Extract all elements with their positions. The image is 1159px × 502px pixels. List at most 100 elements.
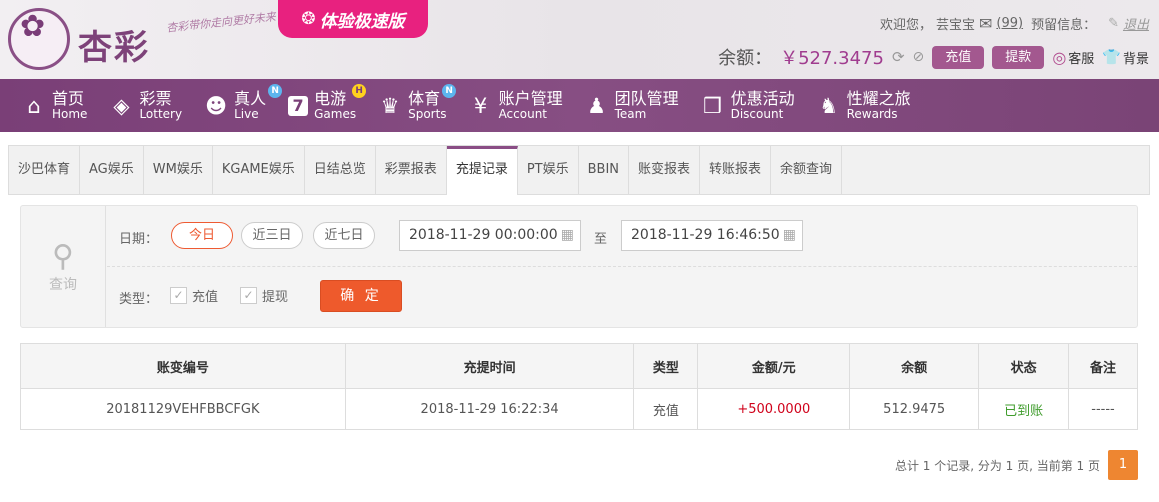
nav-label-zh: 电游 (314, 89, 347, 108)
nav-item-sports[interactable]: ♛ 体育 Sports N (378, 79, 457, 132)
main-nav: ⌂ 首页 Home ◈ 彩票 Lottery ☻ 真人 Live N 7 电游 Games H ♛ 体育 Spo… (0, 79, 1159, 132)
check-icon: ✓ (240, 287, 257, 304)
logout-link[interactable]: 退出 (1123, 14, 1149, 33)
shirt-icon: 👕 (1102, 48, 1121, 66)
nav-label-en: Team (614, 107, 647, 121)
tab-3[interactable]: KGAME娱乐 (213, 146, 305, 194)
date-label: 日期： (119, 232, 159, 247)
logo-icon: ✿ (20, 9, 46, 44)
nav-label-zh: 团队管理 (614, 89, 679, 108)
tab-2[interactable]: WM娱乐 (144, 146, 213, 194)
edit-icon[interactable]: ✎ (1108, 16, 1119, 31)
balance-label: 余额： (718, 48, 773, 69)
nav-label-en: Lottery (139, 107, 183, 121)
nav-label-zh: 首页 (52, 89, 85, 108)
last-7-days-button[interactable]: 近七日 (313, 222, 375, 249)
record-balance: 512.9475 (849, 388, 980, 430)
pagination: 总计 1 个记录, 分为 1 页, 当前第 1 页 1 (895, 450, 1138, 480)
check-icon: ✓ (170, 287, 187, 304)
col-header: 类型 (633, 343, 699, 389)
deposit-button[interactable]: 充值 (932, 45, 985, 69)
withdraw-type-label: 提现 (262, 290, 289, 305)
home-icon: ⌂ (27, 93, 41, 118)
nav-item-account[interactable]: ¥ 账户管理 Account (469, 79, 563, 132)
nav-item-home[interactable]: ⌂ 首页 Home (22, 79, 87, 132)
speed-version-label: 体验极速版 (319, 11, 405, 32)
page-button[interactable]: 1 (1108, 450, 1138, 480)
refresh-icon[interactable]: ⟳ (892, 48, 905, 66)
search-icon: ⚲ (52, 239, 74, 274)
header: ✿ 杏彩 杏彩带你走向更好未来 ❂ 体验极速版 欢迎您， 芸宝宝 ✉ (99) 预… (0, 0, 1159, 79)
nav-label-zh: 体育 (408, 89, 441, 108)
speed-icon: ❂ (301, 9, 316, 29)
mail-icon[interactable]: ✉ (979, 14, 992, 33)
query-label: 查询 (49, 277, 77, 293)
col-header: 账变编号 (20, 343, 346, 389)
deposit-type-label: 充值 (192, 290, 219, 305)
service-24h-icon: ◎ (1052, 47, 1067, 67)
nav-item-discount[interactable]: ❒ 优惠活动 Discount (701, 79, 794, 132)
filter-panel: ⚲ 查询 日期： 今日 近三日 近七日 2018-11-29 00:00:00 ▦… (20, 205, 1138, 328)
background-label: 背景 (1122, 51, 1149, 67)
deposit-checkbox[interactable]: ✓ 充值 (170, 286, 218, 305)
today-button[interactable]: 今日 (171, 222, 233, 249)
nav-label-zh: 性耀之旅 (846, 89, 911, 108)
tab-10[interactable]: 转账报表 (700, 146, 772, 194)
customer-service-link[interactable]: ◎ 客服 (1052, 48, 1094, 67)
nav-label-en: Games (314, 107, 357, 121)
nav-item-team[interactable]: ♟ 团队管理 Team (585, 79, 679, 132)
end-date-input[interactable]: 2018-11-29 16:46:50 ▦ (621, 220, 803, 251)
nav-item-games[interactable]: 7 电游 Games H (288, 79, 367, 132)
rewards-icon: ♞ (819, 93, 839, 118)
table-row: 20181129VEHFBBCFGK 2018-11-29 16:22:34 充… (20, 388, 1138, 430)
team-icon: ♟ (587, 93, 606, 118)
tab-0[interactable]: 沙巴体育 (9, 146, 81, 194)
nav-label-en: Live (234, 107, 259, 121)
withdraw-checkbox[interactable]: ✓ 提现 (240, 286, 288, 305)
type-row: 类型： ✓ 充值 ✓ 提现 确 定 (107, 267, 1137, 327)
table-header-row: 账变编号 充提时间 类型 金额/元 余额 状态 备注 (20, 343, 1138, 389)
tab-1[interactable]: AG娱乐 (80, 146, 144, 194)
welcome-text: 欢迎您， (879, 18, 932, 33)
nav-item-lottery[interactable]: ◈ 彩票 Lottery (109, 79, 182, 132)
query-block: ⚲ 查询 (21, 206, 106, 327)
start-date-input[interactable]: 2018-11-29 00:00:00 ▦ (399, 220, 581, 251)
calendar-icon: ▦ (782, 227, 796, 243)
nav-badge: N (268, 84, 283, 98)
col-header: 备注 (1068, 343, 1138, 389)
speed-version-button[interactable]: ❂ 体验极速版 (278, 0, 428, 38)
record-note: ----- (1068, 388, 1138, 430)
tab-4[interactable]: 日结总览 (305, 146, 376, 194)
tab-5[interactable]: 彩票报表 (376, 146, 447, 194)
withdraw-button[interactable]: 提款 (992, 45, 1045, 69)
confirm-button[interactable]: 确 定 (320, 280, 402, 312)
nav-label-en: Rewards (846, 107, 898, 121)
username: 芸宝宝 (935, 18, 975, 33)
hide-balance-icon[interactable]: ⊘ (913, 49, 925, 65)
service-label: 客服 (1068, 51, 1095, 67)
tab-9[interactable]: 账变报表 (629, 146, 701, 194)
col-header: 状态 (978, 343, 1070, 389)
sports-icon: ♛ (380, 93, 400, 118)
last-3-days-button[interactable]: 近三日 (241, 222, 303, 249)
pagination-summary: 总计 1 个记录, 分为 1 页, 当前第 1 页 (894, 458, 1100, 473)
record-id: 20181129VEHFBBCFGK (20, 388, 346, 430)
record-amount: +500.0000 (697, 388, 851, 430)
nav-label-zh: 彩票 (139, 89, 172, 108)
background-link[interactable]: 👕 背景 (1102, 48, 1149, 67)
tab-11[interactable]: 余额查询 (771, 146, 843, 194)
brand-slogan: 杏彩带你走向更好未来 (165, 10, 277, 35)
nav-label-en: Sports (408, 107, 447, 121)
nav-label-zh: 真人 (234, 89, 267, 108)
notice-label: 预留信息： (1031, 18, 1097, 33)
lottery-icon: ◈ (113, 93, 130, 118)
account-icon: ¥ (473, 93, 488, 118)
tab-6[interactable]: 充提记录 (446, 146, 518, 195)
nav-item-rewards[interactable]: ♞ 性耀之旅 Rewards (817, 79, 911, 132)
message-count[interactable]: (99) (996, 16, 1023, 31)
brand-name[interactable]: 杏彩 (78, 20, 150, 69)
nav-item-live[interactable]: ☻ 真人 Live N (204, 79, 283, 132)
tab-7[interactable]: PT娱乐 (518, 146, 579, 194)
tab-8[interactable]: BBIN (579, 146, 630, 194)
gift-icon: ❒ (703, 93, 722, 118)
